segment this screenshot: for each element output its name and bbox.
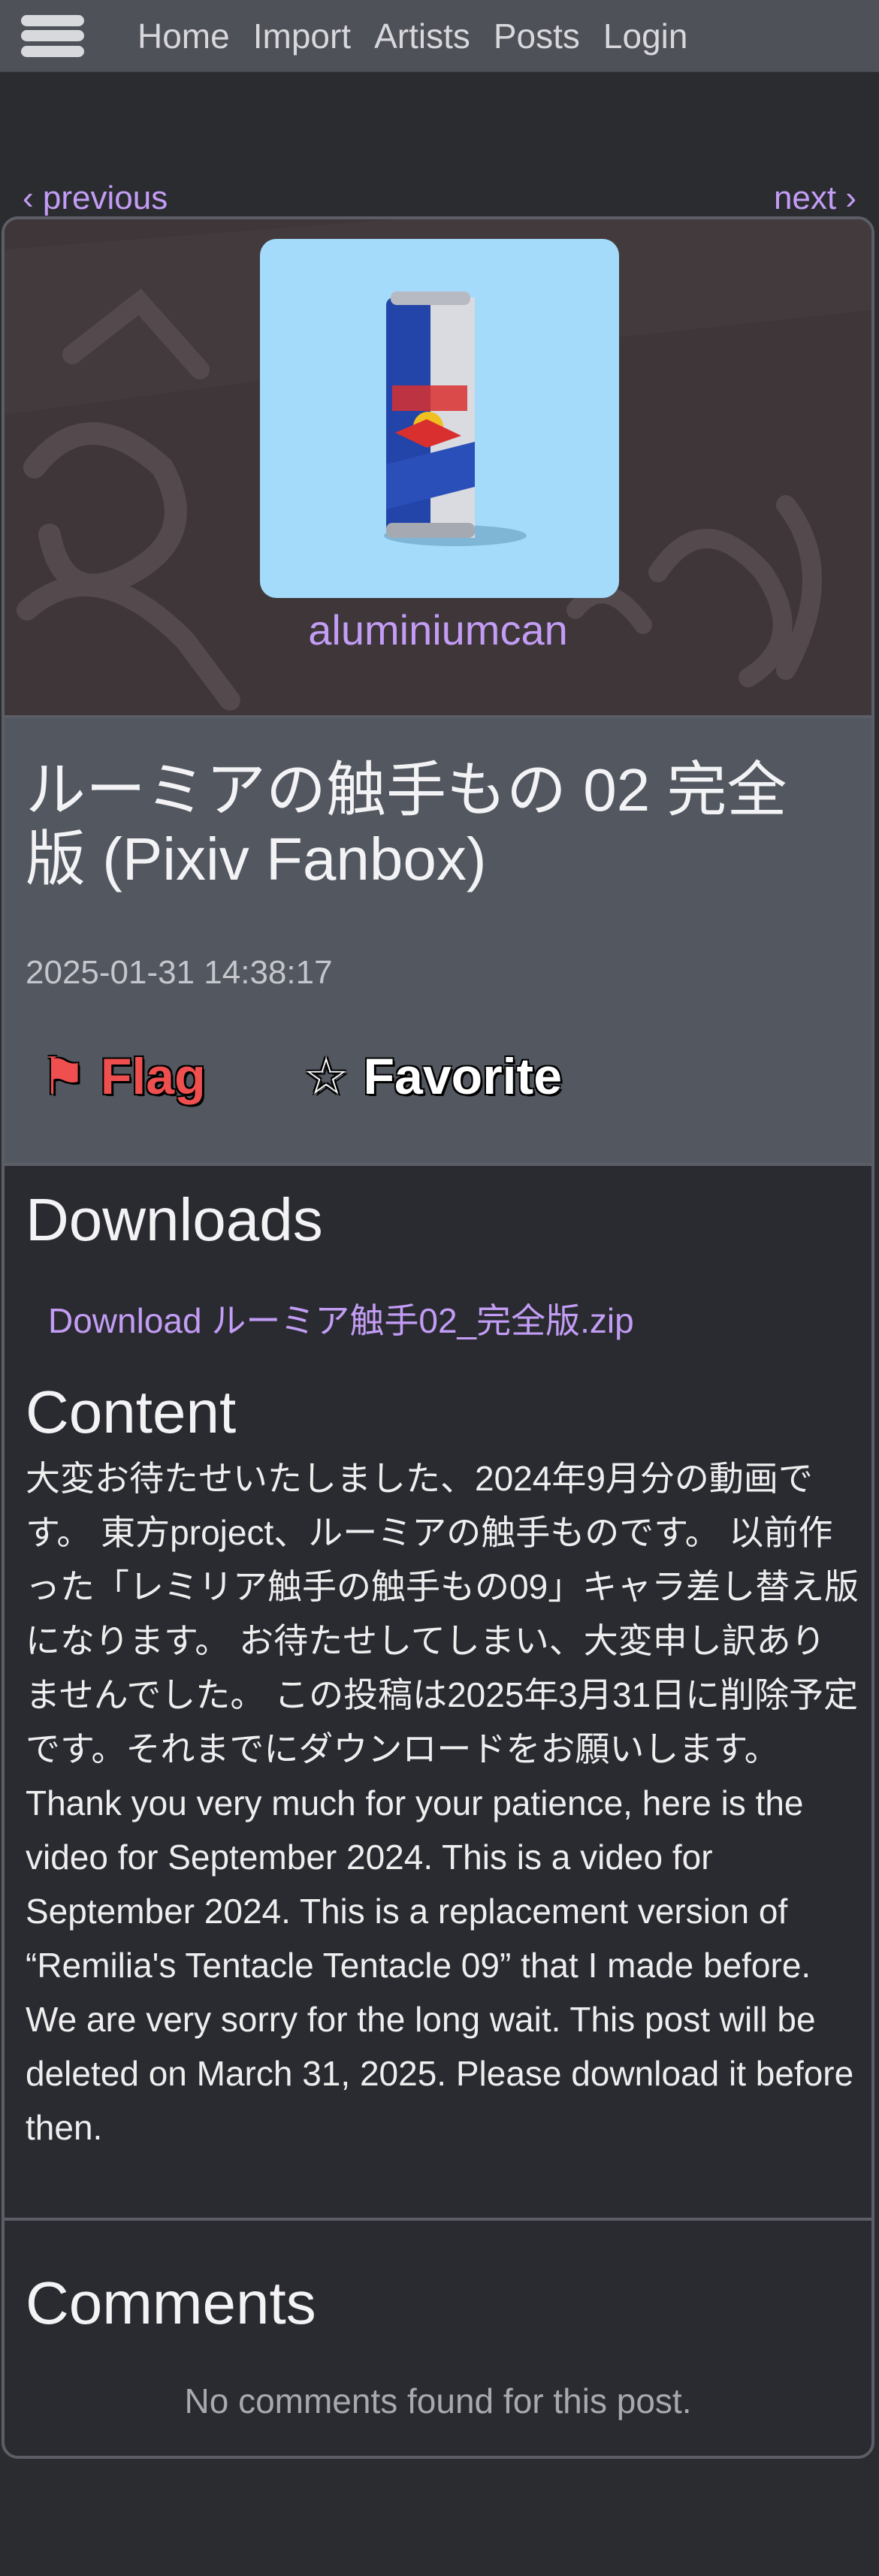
post-body: Downloads Download ルーミア触手02_完全版.zip Cont… [5,1166,871,2218]
nav-link-login[interactable]: Login [603,16,688,56]
next-post-link[interactable]: next › [774,180,856,217]
post-title: ルーミアの触手もの 02 完全版 (Pixiv Fanbox) [26,756,787,892]
content-heading: Content [26,1379,237,1445]
artist-banner: aluminiumcan [5,219,871,715]
nav-link-home[interactable]: Home [137,16,230,56]
post-card: aluminiumcan ルーミアの触手もの 02 完全版 (Pixiv Fan… [2,216,874,2459]
post-date: 2025-01-31 14:38:17 [26,954,333,991]
flag-button[interactable]: ⚑ Flag [41,1047,206,1107]
artist-avatar[interactable] [260,239,619,598]
comments-section: Comments No comments found for this post… [5,2218,871,2446]
nav-link-import[interactable]: Import [253,16,351,56]
nav-link-artists[interactable]: Artists [374,16,470,56]
download-link[interactable]: Download ルーミア触手02_完全版.zip [48,1294,634,1343]
favorite-button[interactable]: ☆ Favorite [304,1047,562,1107]
artist-name-link[interactable]: aluminiumcan [5,605,871,654]
hamburger-menu-icon[interactable] [21,10,84,62]
nav-link-posts[interactable]: Posts [494,16,580,56]
post-actions: ⚑ Flag ☆ Favorite [41,1047,562,1107]
no-comments-message: No comments found for this post. [184,2381,692,2420]
top-navigation-bar: Home Import Artists Posts Login [0,0,879,72]
downloads-heading: Downloads [26,1186,323,1253]
previous-post-link[interactable]: ‹ previous [23,180,168,217]
post-header: ルーミアの触手もの 02 完全版 (Pixiv Fanbox) 2025-01-… [5,715,871,1166]
red-bull-can-image [384,291,527,546]
comments-heading: Comments [26,2269,316,2336]
nav-links: Home Import Artists Posts Login [137,16,711,56]
post-content-text: 大変お待たせいたしました、2024年9月分の動画です。 東方project、ルー… [26,1459,859,2147]
